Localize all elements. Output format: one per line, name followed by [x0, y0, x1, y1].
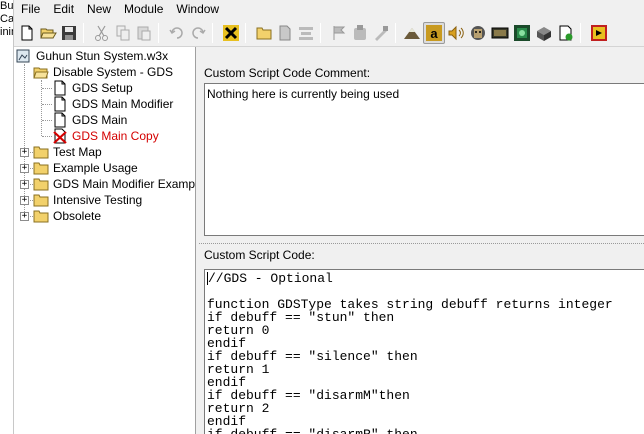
background-window-edge: Bu Can inin: [0, 0, 14, 434]
edge-fragment: Bu: [0, 0, 14, 12]
save-icon[interactable]: [58, 22, 80, 44]
folder-icon: [33, 160, 49, 176]
menu-bar: File Edit New Module Window: [14, 0, 644, 19]
code-line: //GDS - Optional: [208, 271, 333, 286]
campaign-editor-icon[interactable]: [489, 22, 511, 44]
tree-item-label: Test Map: [53, 145, 102, 159]
sound-editor-icon[interactable]: [445, 22, 467, 44]
code-content: //GDS - Optional function GDSType takes …: [207, 271, 613, 434]
expand-toggle[interactable]: +: [20, 148, 29, 157]
comment-textarea[interactable]: Nothing here is currently being used: [204, 83, 644, 236]
comment-label: Custom Script Code Comment:: [204, 66, 371, 80]
object-manager-icon[interactable]: [533, 22, 555, 44]
redo-icon[interactable]: [187, 22, 209, 44]
open-folder-icon: [33, 64, 49, 80]
expand-toggle[interactable]: +: [20, 212, 29, 221]
folder-icon: [33, 192, 49, 208]
tree-item-label: GDS Main Modifier: [72, 97, 174, 111]
copy-icon[interactable]: [112, 22, 134, 44]
new-condition-icon[interactable]: [349, 22, 371, 44]
trigger-icon: [52, 112, 68, 128]
map-icon: [16, 48, 32, 64]
code-textarea[interactable]: //GDS - Optional function GDSType takes …: [204, 269, 644, 434]
tree-item-label: GDS Setup: [72, 81, 133, 95]
tree-item-label: GDS Main: [72, 113, 128, 127]
tree-item-label: GDS Main Copy: [72, 129, 159, 143]
menu-window[interactable]: Window: [169, 1, 225, 18]
tree-folder-test-map[interactable]: Test Map: [33, 144, 103, 160]
tree-trigger-gds-main-modifier[interactable]: GDS Main Modifier: [52, 96, 174, 112]
code-line: if debuff == "disarmR" then: [207, 427, 418, 434]
toolbar: a: [14, 19, 644, 47]
new-comment-icon[interactable]: [295, 22, 317, 44]
new-trigger-icon[interactable]: [274, 22, 296, 44]
trigger-tree[interactable]: Guhun Stun System.w3x Disable System - G…: [14, 47, 196, 434]
tree-root[interactable]: Guhun Stun System.w3x: [16, 48, 169, 64]
pane-splitter[interactable]: [199, 243, 644, 246]
folder-icon: [33, 176, 49, 192]
expand-toggle[interactable]: +: [20, 164, 29, 173]
tree-connector: [42, 136, 52, 137]
tree-trigger-gds-main-copy[interactable]: GDS Main Copy: [52, 128, 160, 144]
tree-root-label: Guhun Stun System.w3x: [36, 49, 169, 63]
new-action-icon[interactable]: [370, 22, 392, 44]
menu-new[interactable]: New: [80, 1, 117, 18]
cut-icon[interactable]: [91, 22, 113, 44]
tree-item-label: Example Usage: [53, 161, 138, 175]
new-file-icon[interactable]: [16, 22, 38, 44]
tree-trigger-gds-main[interactable]: GDS Main: [52, 112, 128, 128]
new-event-icon[interactable]: [328, 22, 350, 44]
import-manager-icon[interactable]: [555, 22, 577, 44]
trigger-icon: [52, 80, 68, 96]
ai-editor-icon[interactable]: [511, 22, 533, 44]
expand-toggle[interactable]: +: [20, 180, 29, 189]
terrain-editor-icon[interactable]: [401, 22, 423, 44]
delete-icon[interactable]: [220, 22, 242, 44]
tree-folder-intensive-testing[interactable]: Intensive Testing: [33, 192, 143, 208]
tree-folder-obsolete[interactable]: Obsolete: [33, 208, 102, 224]
edge-fragment: inin: [0, 26, 13, 38]
menu-file[interactable]: File: [14, 1, 46, 18]
trigger-editor-icon[interactable]: a: [423, 22, 445, 44]
menu-module[interactable]: Module: [117, 1, 169, 18]
disabled-trigger-icon: [52, 128, 68, 144]
test-map-icon[interactable]: [588, 22, 610, 44]
expand-toggle[interactable]: +: [20, 196, 29, 205]
tree-item-label: GDS Main Modifier Example 2: [53, 177, 196, 191]
folder-icon: [33, 144, 49, 160]
tree-folder-gds-main-modifier-example-2[interactable]: GDS Main Modifier Example 2: [33, 176, 196, 192]
tree-folder-disable-system[interactable]: Disable System - GDS: [33, 64, 174, 80]
edge-fragment: Can: [0, 13, 14, 25]
tree-folder-example-usage[interactable]: Example Usage: [33, 160, 139, 176]
open-folder-icon[interactable]: [37, 22, 59, 44]
code-label: Custom Script Code:: [204, 248, 315, 262]
script-editor-pane: Custom Script Code Comment: Nothing here…: [197, 47, 644, 434]
tree-connector: [42, 88, 52, 89]
new-category-icon[interactable]: [253, 22, 275, 44]
svg-text:a: a: [430, 26, 438, 41]
paste-icon[interactable]: [133, 22, 155, 44]
tree-item-label: Obsolete: [53, 209, 102, 223]
trigger-icon: [52, 96, 68, 112]
tree-trigger-gds-setup[interactable]: GDS Setup: [52, 80, 134, 96]
folder-icon: [33, 208, 49, 224]
menu-edit[interactable]: Edit: [46, 1, 80, 18]
undo-icon[interactable]: [166, 22, 188, 44]
object-editor-icon[interactable]: [467, 22, 489, 44]
tree-connector: [42, 104, 52, 105]
tree-item-label: Intensive Testing: [53, 193, 143, 207]
tree-item-label: Disable System - GDS: [53, 65, 174, 79]
tree-connector: [24, 64, 25, 216]
tree-connector: [42, 120, 52, 121]
